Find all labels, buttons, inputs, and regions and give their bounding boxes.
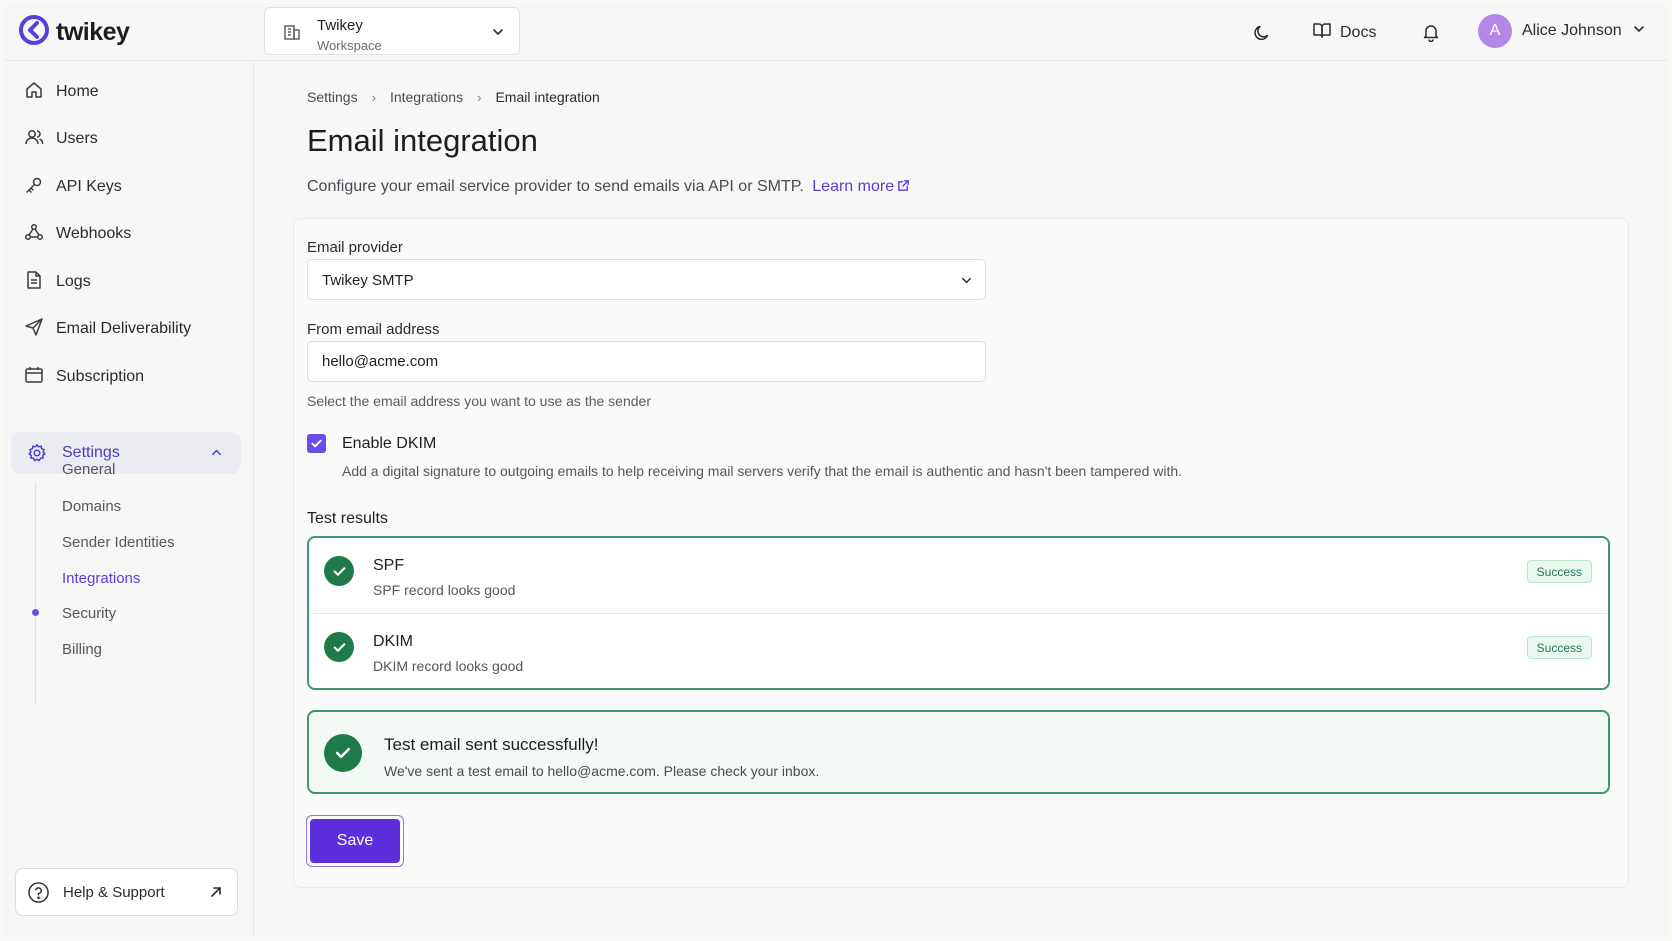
sidebar-item-label: Logs bbox=[56, 273, 91, 290]
calendar-icon bbox=[24, 365, 44, 390]
sidebar-item-label: Settings bbox=[62, 444, 120, 461]
sidebar-item-email-deliverability[interactable]: Email Deliverability bbox=[24, 314, 191, 344]
logo-text: twikey bbox=[56, 17, 130, 46]
row-divider bbox=[309, 613, 1608, 614]
building-icon bbox=[283, 23, 301, 46]
sidebar-item-settings[interactable]: Settings bbox=[11, 432, 241, 474]
docs-label: Docs bbox=[1340, 23, 1377, 41]
email-provider-value: Twikey SMTP bbox=[322, 272, 414, 289]
avatar: A bbox=[1478, 14, 1512, 48]
book-icon bbox=[1312, 21, 1332, 44]
help-circle-icon bbox=[27, 881, 50, 909]
test-name: DKIM bbox=[373, 633, 413, 650]
email-provider-select[interactable]: Twikey SMTP bbox=[307, 259, 986, 300]
test-detail: DKIM record looks good bbox=[373, 658, 524, 674]
page-description-text: Configure your email service provider to… bbox=[307, 178, 804, 195]
workspace-subtitle: Workspace bbox=[317, 38, 382, 53]
chevron-right-icon: › bbox=[477, 89, 482, 105]
chevron-up-icon bbox=[210, 446, 223, 464]
test-results-label: Test results bbox=[307, 510, 388, 527]
moon-icon[interactable] bbox=[1252, 23, 1272, 48]
bell-icon[interactable] bbox=[1421, 22, 1441, 47]
subnav-divider bbox=[35, 483, 36, 705]
from-email-label: From email address bbox=[307, 321, 440, 338]
workspace-selector[interactable]: Twikey Workspace bbox=[264, 7, 520, 55]
document-icon bbox=[24, 270, 44, 295]
sidebar-item-subscription[interactable]: Subscription bbox=[24, 362, 144, 392]
sidebar: Home Users API Keys Webhooks Logs Email … bbox=[4, 61, 254, 937]
docs-link[interactable]: Docs bbox=[1312, 21, 1376, 44]
active-indicator-dot bbox=[32, 609, 39, 616]
sidebar-item-label: Webhooks bbox=[56, 225, 132, 242]
key-icon bbox=[24, 175, 44, 200]
status-badge: Success bbox=[1526, 636, 1592, 659]
sidebar-item-label: Users bbox=[56, 130, 98, 147]
webhook-icon bbox=[24, 222, 44, 247]
home-icon bbox=[24, 80, 44, 105]
sidebar-subitem-domains[interactable]: Domains bbox=[62, 498, 121, 515]
sidebar-item-label: API Keys bbox=[56, 178, 122, 195]
chevron-down-icon bbox=[1632, 22, 1646, 41]
arrow-up-right-icon bbox=[209, 885, 223, 904]
save-button[interactable]: Save bbox=[310, 819, 400, 863]
breadcrumb-integrations[interactable]: Integrations bbox=[390, 89, 463, 105]
top-bar: twikey Twikey Workspace Docs A Alice Joh… bbox=[4, 4, 1668, 61]
sidebar-item-label: Home bbox=[56, 83, 99, 100]
check-circle-icon bbox=[324, 556, 354, 586]
enable-dkim-label[interactable]: Enable DKIM bbox=[342, 435, 436, 453]
sidebar-subitem-integrations[interactable]: Integrations bbox=[62, 570, 140, 587]
from-email-hint: Select the email address you want to use… bbox=[307, 393, 651, 409]
sidebar-item-label: Email Deliverability bbox=[56, 320, 192, 337]
sidebar-subitem-general[interactable]: General bbox=[62, 461, 115, 478]
email-provider-label: Email provider bbox=[307, 239, 403, 256]
send-icon bbox=[24, 317, 44, 342]
help-support-label: Help & Support bbox=[63, 884, 165, 901]
user-name: Alice Johnson bbox=[1522, 22, 1622, 39]
sidebar-item-label: Subscription bbox=[56, 368, 145, 385]
check-circle-icon bbox=[324, 734, 362, 772]
check-circle-icon bbox=[324, 632, 354, 662]
help-support-button[interactable]: Help & Support bbox=[15, 868, 238, 916]
save-button-focus-ring: Save bbox=[306, 815, 404, 867]
chevron-right-icon: › bbox=[371, 89, 376, 105]
enable-dkim-description: Add a digital signature to outgoing emai… bbox=[342, 463, 1183, 479]
external-link-icon bbox=[898, 180, 909, 191]
breadcrumb-settings[interactable]: Settings bbox=[307, 89, 358, 105]
alert-text: We've sent a test email to hello@acme.co… bbox=[384, 763, 820, 779]
status-badge: Success bbox=[1526, 560, 1592, 583]
sidebar-item-api-keys[interactable]: API Keys bbox=[24, 172, 122, 202]
test-detail: SPF record looks good bbox=[373, 582, 516, 598]
enable-dkim-checkbox[interactable] bbox=[307, 434, 326, 453]
users-icon bbox=[24, 127, 44, 152]
gear-icon bbox=[27, 443, 47, 468]
page-description: Configure your email service provider to… bbox=[307, 178, 910, 196]
chevron-down-icon bbox=[491, 25, 505, 44]
page-title: Email integration bbox=[307, 123, 538, 158]
checkmark-icon bbox=[311, 439, 322, 448]
sidebar-item-users[interactable]: Users bbox=[24, 124, 98, 154]
chevron-down-icon bbox=[960, 274, 973, 292]
logo[interactable]: twikey bbox=[18, 14, 130, 51]
sidebar-subitem-billing[interactable]: Billing bbox=[62, 641, 102, 658]
twikey-logo-icon bbox=[18, 14, 50, 51]
sidebar-subitem-security[interactable]: Security bbox=[62, 605, 116, 622]
learn-more-link[interactable]: Learn more bbox=[812, 178, 910, 195]
sidebar-subitem-sender-identities[interactable]: Sender Identities bbox=[62, 534, 175, 551]
test-email-success-alert: Test email sent successfully! We've sent… bbox=[307, 710, 1610, 794]
test-results-list: SPF SPF record looks good Success DKIM D… bbox=[307, 536, 1610, 690]
alert-title: Test email sent successfully! bbox=[384, 735, 599, 754]
breadcrumb: Settings › Integrations › Email integrat… bbox=[307, 89, 600, 105]
test-name: SPF bbox=[373, 557, 405, 574]
learn-more-label: Learn more bbox=[812, 178, 895, 195]
sidebar-item-webhooks[interactable]: Webhooks bbox=[24, 219, 131, 249]
sidebar-item-home[interactable]: Home bbox=[24, 77, 99, 107]
user-menu[interactable]: A Alice Johnson bbox=[1478, 14, 1646, 48]
sidebar-item-logs[interactable]: Logs bbox=[24, 267, 91, 297]
breadcrumb-current: Email integration bbox=[495, 89, 600, 105]
from-email-input[interactable] bbox=[307, 341, 986, 382]
workspace-name: Twikey bbox=[317, 17, 363, 34]
